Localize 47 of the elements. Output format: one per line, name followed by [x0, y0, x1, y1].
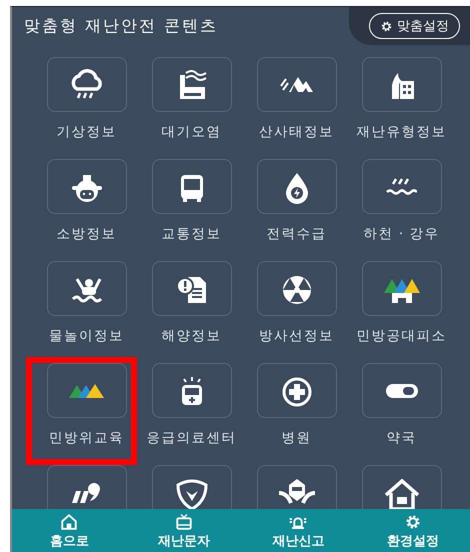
- waves-icon: [386, 177, 417, 196]
- menu-label[interactable]: 기상정보: [56, 123, 116, 141]
- menu-tile[interactable]: [256, 57, 336, 112]
- menu-label[interactable]: 병원: [282, 429, 312, 447]
- pill-icon: [384, 382, 418, 398]
- menu-label[interactable]: 물놀이정보: [49, 327, 124, 345]
- menu-label[interactable]: 민방공대피소: [356, 327, 446, 345]
- menu-tile[interactable]: [152, 57, 232, 112]
- menu-tile[interactable]: [256, 159, 336, 214]
- menu-label[interactable]: 대기오염: [162, 123, 222, 141]
- menu-label[interactable]: 응급의료센터: [146, 429, 236, 447]
- menu-tile[interactable]: [152, 159, 232, 214]
- menu-label[interactable]: 약국: [386, 429, 416, 447]
- custom-settings-button[interactable]: 맞춤설정: [369, 13, 460, 39]
- menu-label[interactable]: 산사태정보: [259, 123, 334, 141]
- menu-tile[interactable]: [46, 57, 126, 112]
- menu-label[interactable]: 방사선정보: [259, 327, 334, 345]
- menu-tile[interactable]: [152, 363, 232, 418]
- nav-tab[interactable]: 재난신고: [241, 509, 356, 552]
- menu-label[interactable]: 교통정보: [162, 225, 222, 243]
- menu-tile[interactable]: [256, 261, 336, 316]
- menu-label[interactable]: 해양정보: [162, 327, 222, 345]
- menu-label[interactable]: 재난유형정보: [356, 123, 446, 141]
- menu-tile[interactable]: [362, 57, 442, 112]
- menu-tile[interactable]: [46, 363, 126, 418]
- peaks-icon: [68, 382, 105, 398]
- nav-tab[interactable]: 홈으로: [12, 509, 126, 552]
- section-title: 맞춤형 재난안전 콘텐츠: [23, 16, 218, 36]
- menu-tile[interactable]: [152, 261, 232, 316]
- tv-icon: [174, 512, 193, 530]
- menu-tile[interactable]: [362, 363, 442, 418]
- menu-tile[interactable]: [256, 363, 336, 418]
- menu-label[interactable]: 소방정보: [56, 225, 116, 243]
- menu-tile[interactable]: [46, 261, 126, 316]
- home-icon: [60, 512, 78, 530]
- nav-tab[interactable]: 재난문자: [126, 509, 241, 552]
- menu-tile[interactable]: [46, 465, 126, 509]
- gear-icon: [404, 512, 422, 530]
- menu-tile[interactable]: [362, 261, 442, 316]
- menu-label[interactable]: 전력수급: [266, 225, 326, 243]
- menu-tile[interactable]: [46, 159, 126, 214]
- menu-tile[interactable]: [362, 159, 442, 214]
- gear-icon: [380, 20, 393, 32]
- mountain-icon: [280, 75, 314, 94]
- nav-tab[interactable]: 환경설정: [356, 509, 470, 552]
- menu-label[interactable]: 하천 · 강우: [364, 225, 440, 243]
- menu-label[interactable]: 민방위교육: [49, 429, 124, 447]
